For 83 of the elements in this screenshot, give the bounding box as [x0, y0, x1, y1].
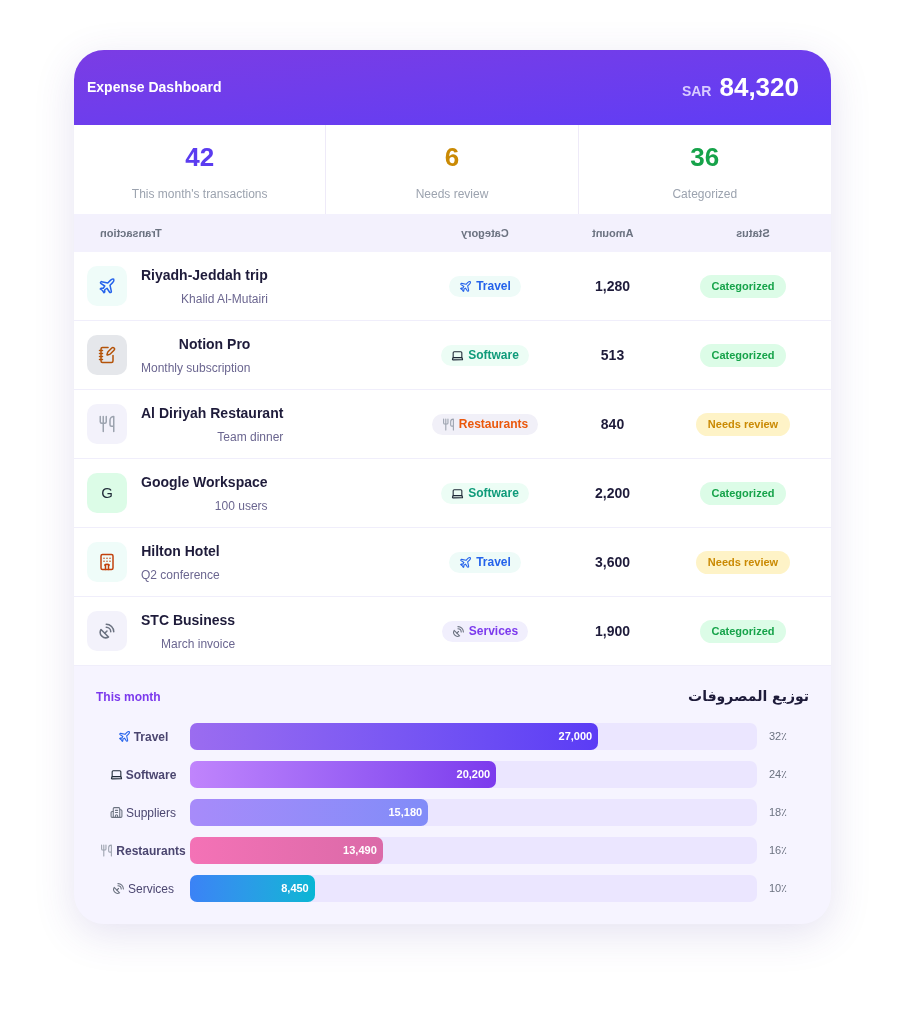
bar-value: 13,490 [343, 843, 377, 859]
column-header: Status [736, 225, 770, 241]
column-header: Category [461, 225, 509, 241]
amount-text: 2,200 [594, 483, 630, 503]
transaction-subtitle: Monthly subscription [141, 359, 251, 377]
stat-label: This month's transactions [131, 186, 268, 203]
transaction-row[interactable]: STC Business March invoice Services 1,900 Categorized [74, 597, 831, 666]
status-badge: Categorized [699, 343, 787, 367]
stat-label: Categorized [672, 186, 738, 203]
transaction-subtitle: 100 users [214, 497, 268, 515]
hotel-icon [98, 553, 116, 571]
amount-text: 513 [600, 345, 625, 365]
bar-value: 8,450 [281, 881, 309, 897]
status-badge: Categorized [699, 274, 787, 298]
bar-value: 27,000 [558, 729, 593, 745]
cutlery-icon [100, 844, 114, 857]
category-label: Software [468, 347, 519, 364]
transaction-row[interactable]: Hilton Hotel Q2 conference Travel 3,600 Needs review [74, 528, 831, 597]
amount-text: 1,280 [594, 276, 630, 296]
category-label: Travel [476, 554, 511, 571]
amount-text: 840 [600, 414, 625, 434]
cutlery-icon [98, 415, 116, 433]
bar-label: Suppliers [126, 804, 176, 822]
airplane-icon [459, 555, 473, 569]
transaction-subtitle: Q2 conference [141, 566, 220, 584]
bar-percent: 32٪ [769, 729, 788, 745]
bar-label: Software [125, 766, 177, 784]
transaction-title: Riyadh-Jeddah trip [141, 265, 268, 285]
bar-label: Restaurants [116, 842, 186, 860]
status-badge: Needs review [695, 412, 791, 436]
period-label: This month [96, 688, 161, 706]
transaction-title: Notion Pro [178, 334, 251, 354]
bar-percent: 24٪ [769, 767, 788, 783]
airplane-icon [98, 277, 116, 295]
bar-value: 20,200 [456, 767, 491, 783]
laptop-icon [109, 768, 123, 781]
building-icon [110, 806, 123, 819]
satellite-dish-icon [451, 624, 465, 638]
transaction-subtitle: Khalid Al-Mutairi [181, 290, 268, 308]
transaction-title: Hilton Hotel [141, 541, 220, 561]
category-label: Services [468, 623, 519, 640]
dashboard-title: Expense Dashboard [87, 78, 222, 97]
laptop-icon [451, 486, 465, 500]
breakdown-title: توزيع المصروفات [688, 687, 809, 707]
transaction-row[interactable]: Riyadh-Jeddah trip Khalid Al-Mutairi Travel 1,280 Categorized [74, 252, 831, 321]
category-label: Travel [476, 278, 511, 295]
transaction-row[interactable]: Notion Pro Monthly subscription Software 513 Categorized [74, 321, 831, 390]
stat-value: 6 [444, 141, 460, 173]
column-header: Transaction [100, 225, 162, 241]
satellite-dish-icon [98, 622, 116, 640]
bar-percent: 16٪ [769, 843, 788, 859]
currency-label: SAR [681, 82, 712, 101]
bar-label: Travel [133, 728, 169, 746]
status-badge: Categorized [699, 619, 787, 643]
satellite-dish-icon [112, 882, 125, 895]
airplane-icon [459, 279, 473, 293]
bar-label: Services [128, 880, 174, 898]
cutlery-icon [441, 417, 455, 431]
transaction-subtitle: Team dinner [217, 428, 284, 446]
category-label: Restaurants [458, 416, 529, 433]
status-badge: Needs review [695, 550, 791, 574]
airplane-icon [117, 730, 131, 743]
notepad-pencil-icon [98, 346, 116, 364]
amount-text: 3,600 [594, 552, 630, 572]
transaction-title: Google Workspace [141, 472, 268, 492]
transaction-row[interactable]: G Google Workspace 100 users Software 2,200 Categorized [74, 459, 831, 528]
total-amount: 84,320 [719, 71, 799, 104]
stat-value: 42 [185, 141, 215, 173]
transaction-title: STC Business [141, 610, 236, 630]
status-badge: Categorized [699, 481, 787, 505]
bar-percent: 10٪ [769, 881, 788, 897]
tile-letter: G [101, 482, 113, 503]
category-label: Software [468, 485, 519, 502]
stat-label: Needs review [415, 186, 489, 203]
laptop-icon [451, 348, 465, 362]
amount-text: 1,900 [594, 621, 630, 641]
transaction-subtitle: March invoice [161, 635, 236, 653]
column-header: Amount [591, 225, 634, 241]
transaction-row[interactable]: Al Diriyah Restaurant Team dinner Restaurants 840 Needs review [74, 390, 831, 459]
bar-percent: 18٪ [769, 805, 788, 821]
bar-value: 15,180 [388, 805, 423, 821]
transaction-title: Al Diriyah Restaurant [141, 403, 284, 423]
stat-value: 36 [690, 141, 720, 173]
